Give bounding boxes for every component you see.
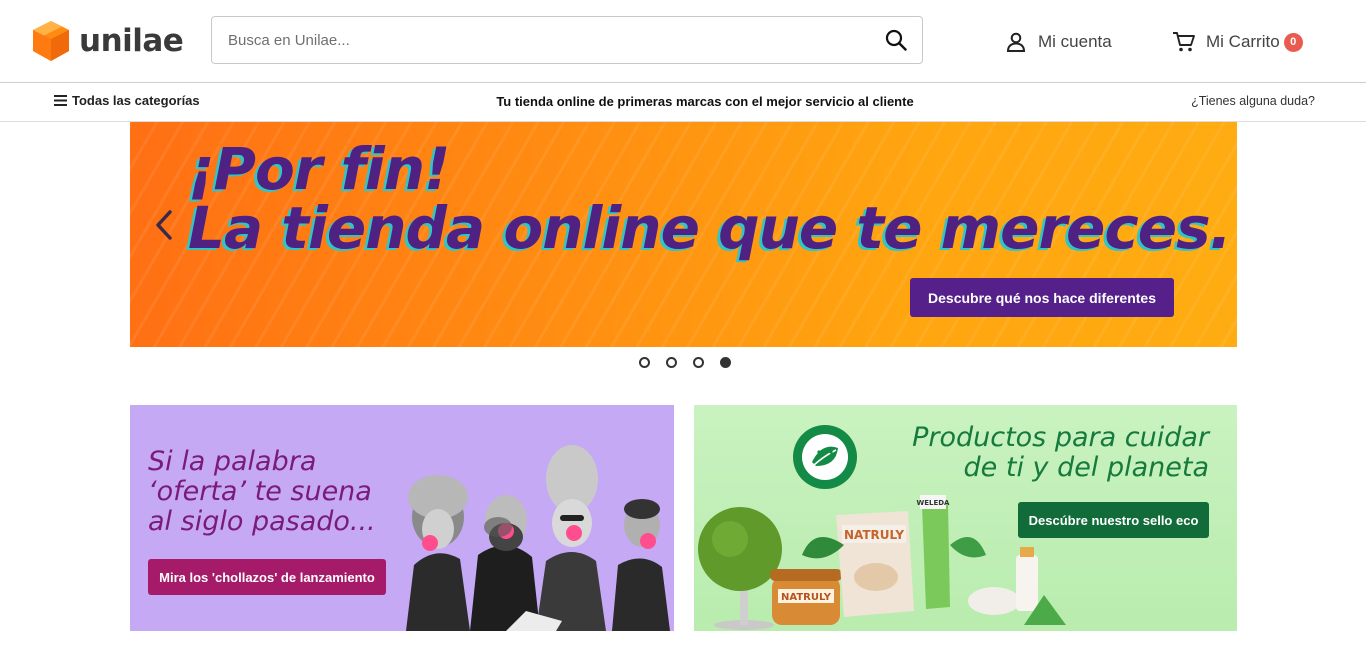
carousel-dot-active[interactable]: [720, 357, 731, 368]
hero-banner[interactable]: ¡Por fin! La tienda online que te merece…: [130, 122, 1237, 347]
sub-navigation: Todas las categorías Tu tienda online de…: [0, 83, 1366, 122]
promo-eco-title: Productos para cuidar de ti y del planet…: [912, 423, 1209, 483]
bag-label: NATRULY: [844, 528, 904, 542]
site-header: unilae Mi cuenta Mi Carrito 0: [0, 0, 1366, 83]
cart-count-badge: 0: [1283, 32, 1303, 52]
cart-link[interactable]: Mi Carrito 0: [1172, 28, 1303, 56]
carousel-dot[interactable]: [693, 357, 704, 368]
logo-text: unilae: [79, 23, 184, 59]
promo-banner-offers[interactable]: Si la palabra ‘oferta’ te suena al siglo…: [130, 405, 674, 631]
user-icon: [1006, 32, 1026, 52]
promo-eco-line-1: Productos para cuidar: [912, 422, 1209, 453]
carousel-dot[interactable]: [639, 357, 650, 368]
hero-title: ¡Por fin! La tienda online que te merece…: [188, 135, 1232, 262]
promo-offers-title: Si la palabra ‘oferta’ te suena al siglo…: [148, 447, 376, 537]
carousel-prev-button[interactable]: [152, 208, 176, 242]
tube-label: WELEDA: [917, 499, 951, 507]
logo[interactable]: unilae: [30, 19, 184, 63]
hero-title-line-2: La tienda online que te mereces.: [188, 194, 1232, 262]
promo-banner-eco[interactable]: Productos para cuidar de ti y del planet…: [694, 405, 1237, 631]
account-link[interactable]: Mi cuenta: [1005, 28, 1112, 56]
promo-offers-cta-button[interactable]: Mira los 'chollazos' de lanzamiento: [148, 559, 386, 595]
search-bar: [211, 16, 923, 64]
historic-people-illustration: [406, 445, 670, 631]
cart-label: Mi Carrito: [1206, 32, 1280, 51]
carousel-dots: [639, 357, 747, 368]
search-input[interactable]: [212, 17, 870, 63]
logo-box-icon: [33, 21, 69, 61]
hero-title-line-1: ¡Por fin!: [188, 135, 450, 203]
chevron-left-icon: [156, 210, 172, 240]
eco-leaf-icon: [793, 425, 857, 489]
promo-offers-line-3: al siglo pasado...: [148, 506, 376, 537]
promo-eco-line-2: de ti y del planeta: [963, 452, 1209, 483]
hero-cta-button[interactable]: Descubre qué nos hace diferentes: [910, 278, 1174, 317]
search-button[interactable]: [870, 17, 922, 63]
tagline: Tu tienda online de primeras marcas con …: [496, 94, 914, 109]
eco-products-illustration: NATRULY NATRULY WELEDA: [698, 495, 1066, 630]
jar-label: NATRULY: [781, 592, 832, 603]
carousel-dot[interactable]: [666, 357, 677, 368]
promo-offers-line-1: Si la palabra: [148, 446, 317, 477]
help-link[interactable]: ¿Tienes alguna duda?: [1191, 94, 1315, 108]
promo-offers-line-2: ‘oferta’ te suena: [148, 476, 372, 507]
account-label: Mi cuenta: [1038, 32, 1112, 51]
cart-icon: [1173, 32, 1195, 52]
search-icon: [885, 29, 907, 51]
